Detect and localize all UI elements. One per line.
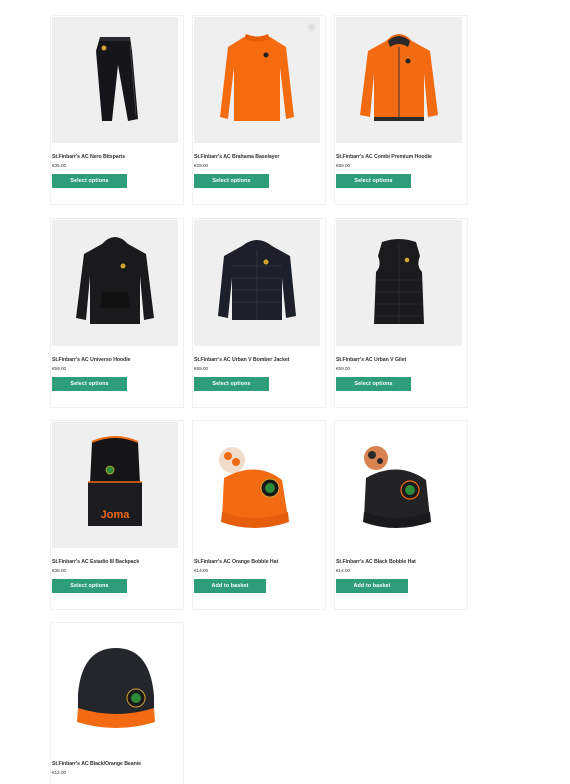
add-to-basket-button[interactable]: Add to basket [194,579,266,593]
product-card[interactable]: ♡ St.Finbarr's AC Brahama Baselayer €29.… [192,15,326,205]
product-price: €29.00 [194,163,209,168]
product-image-baselayer[interactable]: ♡ [194,17,320,143]
product-price: €59.00 [336,366,351,371]
product-image-black-bobble-hat[interactable] [336,422,462,548]
product-title[interactable]: St.Finbarr's AC Combi Premium Hoodie [336,154,466,161]
product-image-orange-hoodie[interactable] [336,17,462,143]
gilet-graphic [374,239,424,324]
pants-graphic [96,37,138,121]
select-options-button[interactable]: Select options [194,377,269,391]
add-to-basket-button[interactable]: Add to basket [336,579,408,593]
product-card[interactable]: St.Finbarr's AC Black Bobble Hat €14.00 … [334,420,468,610]
select-options-button[interactable]: Select options [52,174,127,188]
backpack-graphic: Joma [88,436,142,526]
product-image-pants[interactable] [52,17,178,143]
black-bobble-hat-graphic [363,446,431,528]
select-options-button[interactable]: Select options [194,174,269,188]
product-image-beanie[interactable] [52,624,178,750]
product-price: €69.00 [194,366,209,371]
product-title[interactable]: St.Finbarr's AC Nero Bitsparts [52,154,182,161]
product-image-gilet[interactable] [336,220,462,346]
product-title[interactable]: St.Finbarr's AC Urban V Gilet [336,357,466,364]
select-options-button[interactable]: Select options [52,377,127,391]
product-price: €14.00 [336,568,351,573]
product-title[interactable]: St.Finbarr's AC Brahama Baselayer [194,154,324,161]
product-price: €38.00 [52,568,67,573]
product-image-black-hoodie[interactable] [52,220,178,346]
orange-hoodie-graphic [360,34,438,121]
product-price: €59.00 [336,163,351,168]
baselayer-graphic [220,34,294,121]
joma-logo: Joma [101,509,131,521]
product-price: €12.00 [52,770,67,775]
product-card[interactable]: St.Finbarr's AC Combi Premium Hoodie €59… [334,15,468,205]
product-card[interactable]: St.Finbarr's AC Universo Hoodie €59.00 S… [50,218,184,408]
beanie-graphic [77,648,155,728]
product-title[interactable]: St.Finbarr's AC Black Bobble Hat [336,559,466,566]
product-title[interactable]: St.Finbarr's AC Orange Bobble Hat [194,559,324,566]
black-hoodie-graphic [76,237,154,324]
product-image-backpack[interactable]: Joma [52,422,178,548]
orange-bobble-hat-graphic [219,447,289,528]
product-title[interactable]: St.Finbarr's AC Universo Hoodie [52,357,182,364]
product-title[interactable]: St.Finbarr's AC Estadio III Backpack [52,559,182,566]
heart-icon[interactable]: ♡ [307,23,316,32]
product-card[interactable]: St.Finbarr's AC Black/Orange Beanie €12.… [50,622,184,784]
product-title[interactable]: St.Finbarr's AC Urban V Bomber Jacket [194,357,324,364]
product-card[interactable]: Joma St.Finbarr's AC Estadio III Backpac… [50,420,184,610]
product-title[interactable]: St.Finbarr's AC Black/Orange Beanie [52,761,182,768]
product-price: €14.00 [194,568,209,573]
product-price: €35.00 [52,163,67,168]
product-card[interactable]: St.Finbarr's AC Orange Bobble Hat €14.00… [192,420,326,610]
product-card[interactable]: St.Finbarr's AC Urban V Gilet €59.00 Sel… [334,218,468,408]
product-card[interactable]: St.Finbarr's AC Urban V Bomber Jacket €6… [192,218,326,408]
bomber-jacket-graphic [218,240,296,320]
product-card[interactable]: St.Finbarr's AC Nero Bitsparts €35.00 Se… [50,15,184,205]
product-image-orange-bobble-hat[interactable] [194,422,320,548]
select-options-button[interactable]: Select options [336,174,411,188]
select-options-button[interactable]: Select options [336,377,411,391]
product-image-bomber-jacket[interactable] [194,220,320,346]
select-options-button[interactable]: Select options [52,579,127,593]
product-price: €59.00 [52,366,67,371]
